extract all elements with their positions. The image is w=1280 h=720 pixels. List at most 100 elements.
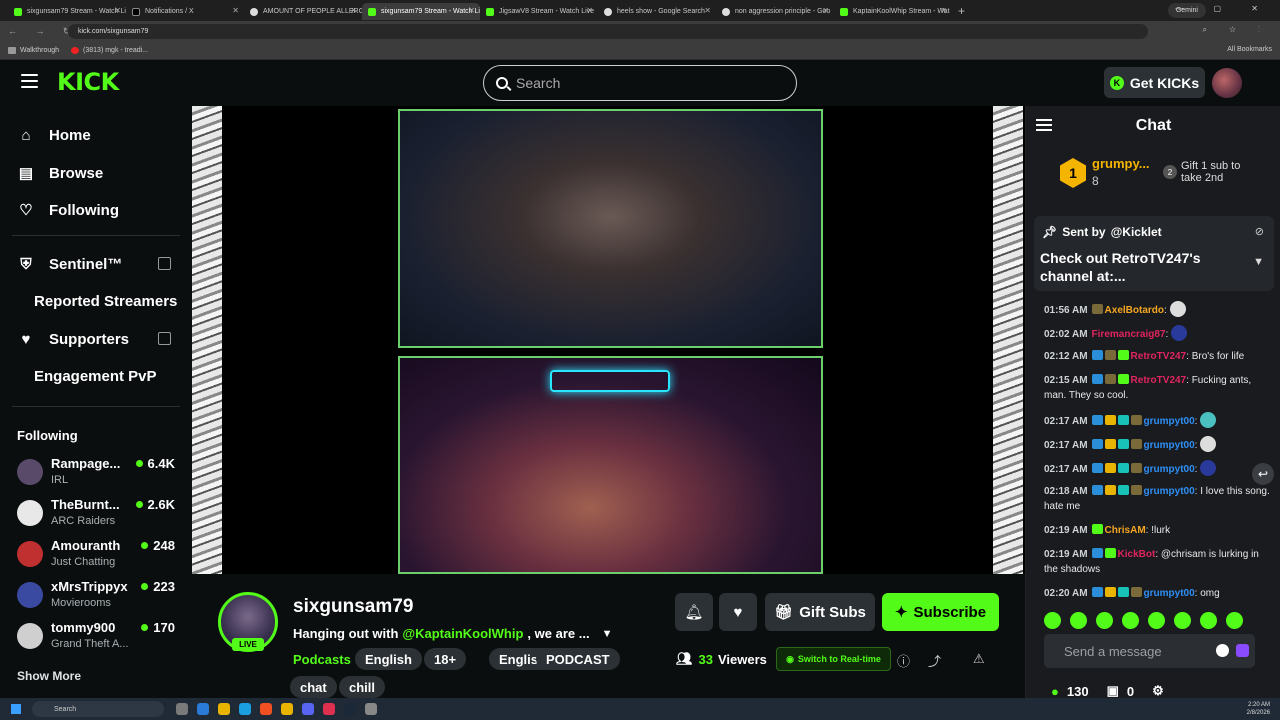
tag-chip[interactable]: PODCAST bbox=[536, 648, 620, 670]
app-icon[interactable] bbox=[260, 703, 272, 715]
browser-tab[interactable]: non aggression principle - Goo ✕ bbox=[716, 3, 834, 20]
new-tab-button[interactable]: + bbox=[958, 4, 965, 18]
close-tab-icon[interactable]: ✕ bbox=[468, 6, 475, 15]
emote[interactable] bbox=[1226, 612, 1243, 629]
collapse-chat-icon[interactable] bbox=[1036, 119, 1052, 131]
subscribe-button[interactable]: ✦ Subscribe bbox=[882, 593, 999, 631]
sidebar-item-reported-streamers[interactable]: Reported Streamers bbox=[34, 293, 177, 310]
message-username[interactable]: grumpyt00 bbox=[1144, 486, 1195, 497]
menu-icon[interactable] bbox=[21, 74, 38, 88]
app-icon[interactable] bbox=[239, 703, 251, 715]
notification-bell-button[interactable]: 🔔︎ bbox=[675, 593, 713, 631]
pinned-user[interactable]: @Kicklet bbox=[1111, 225, 1162, 239]
chat-message[interactable]: 02:19 AM KickBot: @chrisam is lurking in … bbox=[1044, 547, 1274, 577]
user-avatar[interactable] bbox=[1212, 68, 1242, 98]
close-tab-icon[interactable]: ✕ bbox=[940, 6, 947, 15]
following-channel[interactable]: Rampage... IRL 6.4K bbox=[17, 456, 187, 492]
leader-name[interactable]: grumpy... bbox=[1092, 156, 1150, 171]
message-username[interactable]: ChrisAM bbox=[1105, 525, 1146, 536]
hide-pin-icon[interactable]: ⊘ bbox=[1255, 225, 1264, 238]
browser-extensions-icons[interactable]: ⌕ ☆ ⋮ bbox=[1203, 25, 1270, 35]
close-tab-icon[interactable]: ✕ bbox=[114, 6, 121, 15]
system-tray-clock[interactable]: 2:20 AM 2/8/2026 bbox=[1247, 701, 1270, 717]
pinned-message[interactable]: 📌︎ Sent by @Kicklet Check out RetroTV247… bbox=[1034, 216, 1274, 291]
app-icon[interactable] bbox=[365, 703, 377, 715]
close-tab-icon[interactable]: ✕ bbox=[704, 6, 711, 15]
message-username[interactable]: KickBot bbox=[1118, 549, 1156, 560]
message-username[interactable]: Firemancraig87 bbox=[1092, 329, 1166, 340]
sidebar-item-engagement-pvp[interactable]: Engagement PvP bbox=[34, 368, 157, 385]
discord-icon[interactable] bbox=[302, 703, 314, 715]
chat-message[interactable]: 02:17 AM grumpyt00: bbox=[1044, 436, 1274, 453]
report-icon[interactable]: ⚠ bbox=[973, 651, 985, 667]
gift-prompt[interactable]: Gift 1 sub to take 2nd bbox=[1181, 160, 1240, 184]
chat-message[interactable]: 02:18 AM grumpyt00: I love this song. hat… bbox=[1044, 484, 1274, 514]
search-input[interactable]: Search bbox=[483, 65, 797, 101]
following-channel[interactable]: tommy900 Grand Theft A... 170 bbox=[17, 620, 187, 656]
category-link[interactable]: Podcasts bbox=[293, 652, 351, 667]
all-bookmarks[interactable]: All Bookmarks bbox=[1227, 46, 1272, 53]
following-channel[interactable]: xMrsTrippyx Movierooms 223 bbox=[17, 579, 187, 615]
get-kicks-button[interactable]: K Get KICKs bbox=[1104, 67, 1205, 98]
follow-button[interactable]: ♥ bbox=[719, 593, 757, 631]
steam-icon[interactable] bbox=[344, 703, 356, 715]
share-icon[interactable]: ⤴ bbox=[928, 651, 941, 670]
app-icon[interactable] bbox=[323, 703, 335, 715]
bookmark-folder-walkthrough[interactable]: Walkthrough bbox=[8, 46, 59, 54]
emote[interactable] bbox=[1096, 612, 1113, 629]
message-username[interactable]: grumpyt00 bbox=[1144, 416, 1195, 427]
message-username[interactable]: AxelBotardo bbox=[1105, 305, 1164, 316]
window-controls[interactable]: — ▢ ✕ bbox=[1175, 4, 1272, 13]
browser-tab[interactable]: JigsawV8 Stream - Watch Live ✕ bbox=[480, 3, 598, 20]
taskbar-search[interactable]: Search bbox=[32, 701, 164, 717]
power-up-icon[interactable] bbox=[1236, 644, 1249, 657]
sidebar-item-supporters[interactable]: ♥ Supporters bbox=[17, 327, 129, 351]
app-icon[interactable] bbox=[176, 703, 188, 715]
tag-chip[interactable]: 18+ bbox=[424, 648, 467, 670]
sidebar-item-home[interactable]: ⌂ Home bbox=[17, 123, 90, 147]
emote[interactable] bbox=[1122, 612, 1139, 629]
info-icon[interactable]: ⓘ bbox=[897, 651, 910, 670]
settings-icon[interactable]: ⚙ bbox=[1152, 683, 1164, 699]
chat-message-input[interactable]: Send a message bbox=[1044, 634, 1255, 668]
sidebar-item-sentinel[interactable]: ⛨ Sentinel™ bbox=[17, 252, 122, 276]
windows-start-icon[interactable] bbox=[11, 704, 21, 714]
video-player[interactable] bbox=[192, 106, 1025, 574]
browser-tab[interactable]: Notifications / X ✕ bbox=[126, 3, 244, 20]
emote[interactable] bbox=[1148, 612, 1165, 629]
bookmark-youtube[interactable]: (3813) mgk - treadi... bbox=[71, 46, 148, 54]
emote[interactable] bbox=[1174, 612, 1191, 629]
close-tab-icon[interactable]: ✕ bbox=[586, 6, 593, 15]
chat-message[interactable]: 02:19 AM ChrisAM: !lurk bbox=[1044, 523, 1274, 538]
chat-message[interactable]: 02:17 AM grumpyt00: bbox=[1044, 412, 1274, 429]
external-link-icon[interactable] bbox=[158, 332, 171, 345]
stream-title-mention[interactable]: @KaptainKoolWhip bbox=[402, 626, 523, 641]
switch-to-realtime-button[interactable]: ◉ Switch to Real-time bbox=[776, 647, 891, 671]
kick-logo[interactable]: KICK bbox=[57, 68, 119, 96]
message-username[interactable]: RetroTV247 bbox=[1131, 375, 1187, 386]
channel-name[interactable]: sixgunsam79 bbox=[293, 596, 413, 618]
chat-message[interactable]: 02:17 AM grumpyt00: bbox=[1044, 460, 1274, 477]
scroll-to-bottom-button[interactable]: ↩ bbox=[1252, 463, 1274, 485]
edge-icon[interactable] bbox=[197, 703, 209, 715]
nav-buttons[interactable]: ← → ↻ bbox=[0, 26, 79, 37]
show-more-link[interactable]: Show More bbox=[17, 669, 81, 683]
browser-tab[interactable]: sixgunsam79 Stream - Watch Li ✕ bbox=[362, 3, 480, 20]
emote[interactable] bbox=[1070, 612, 1087, 629]
chrome-icon[interactable] bbox=[281, 703, 293, 715]
emoji-icon[interactable] bbox=[1216, 644, 1229, 657]
gift-subs-button[interactable]: 🎁︎ Gift Subs bbox=[765, 593, 875, 631]
browser-tab[interactable]: sixgunsam79 Stream - Watch Live ✕ bbox=[8, 3, 126, 20]
sidebar-item-following[interactable]: ♡ Following bbox=[17, 198, 119, 222]
message-username[interactable]: grumpyt00 bbox=[1144, 440, 1195, 451]
external-link-icon[interactable] bbox=[158, 257, 171, 270]
browser-tab[interactable]: heels show - Google Search ✕ bbox=[598, 3, 716, 20]
tag-chip[interactable]: chat bbox=[290, 676, 337, 698]
tag-chip[interactable]: chill bbox=[339, 676, 386, 698]
close-tab-icon[interactable]: ✕ bbox=[232, 6, 239, 15]
message-username[interactable]: grumpyt00 bbox=[1144, 464, 1195, 475]
tag-chip[interactable]: English bbox=[355, 648, 422, 670]
chat-message[interactable]: 01:56 AM AxelBotardo: bbox=[1044, 301, 1274, 318]
message-username[interactable]: RetroTV247 bbox=[1131, 351, 1187, 362]
emote[interactable] bbox=[1200, 612, 1217, 629]
